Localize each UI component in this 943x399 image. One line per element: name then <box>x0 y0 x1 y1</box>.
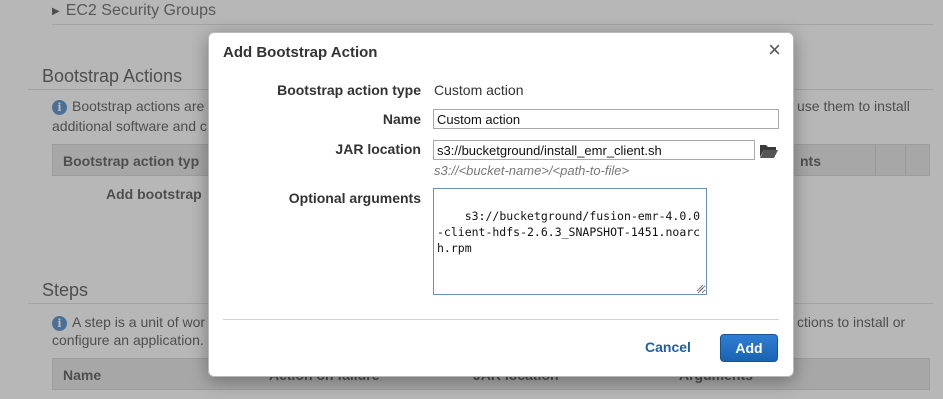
bootstrap-action-type-value: Custom action <box>434 82 524 98</box>
name-label: Name <box>382 111 421 127</box>
dialog-divider <box>223 319 779 320</box>
name-input[interactable] <box>433 109 779 129</box>
dialog-title: Add Bootstrap Action <box>223 44 378 61</box>
optional-arguments-label: Optional arguments <box>288 190 421 206</box>
jar-location-label: JAR location <box>335 141 421 157</box>
resize-grip-icon[interactable] <box>696 284 704 292</box>
dialog-header: Add Bootstrap Action × <box>209 33 793 71</box>
bootstrap-action-type-label: Bootstrap action type <box>277 82 421 98</box>
jar-location-hint: s3://<bucket-name>/<path-to-file> <box>434 163 630 178</box>
add-bootstrap-action-dialog: Add Bootstrap Action × Bootstrap action … <box>208 32 794 377</box>
folder-open-icon[interactable] <box>759 143 779 159</box>
add-button[interactable]: Add <box>720 334 778 362</box>
optional-arguments-textarea[interactable]: s3://bucketground/fusion-emr-4.0.0-clien… <box>433 188 707 295</box>
jar-location-input[interactable] <box>433 140 755 160</box>
cancel-button[interactable]: Cancel <box>641 337 695 357</box>
close-icon[interactable]: × <box>768 39 781 61</box>
optional-arguments-value: s3://bucketground/fusion-emr-4.0.0-clien… <box>437 209 701 255</box>
